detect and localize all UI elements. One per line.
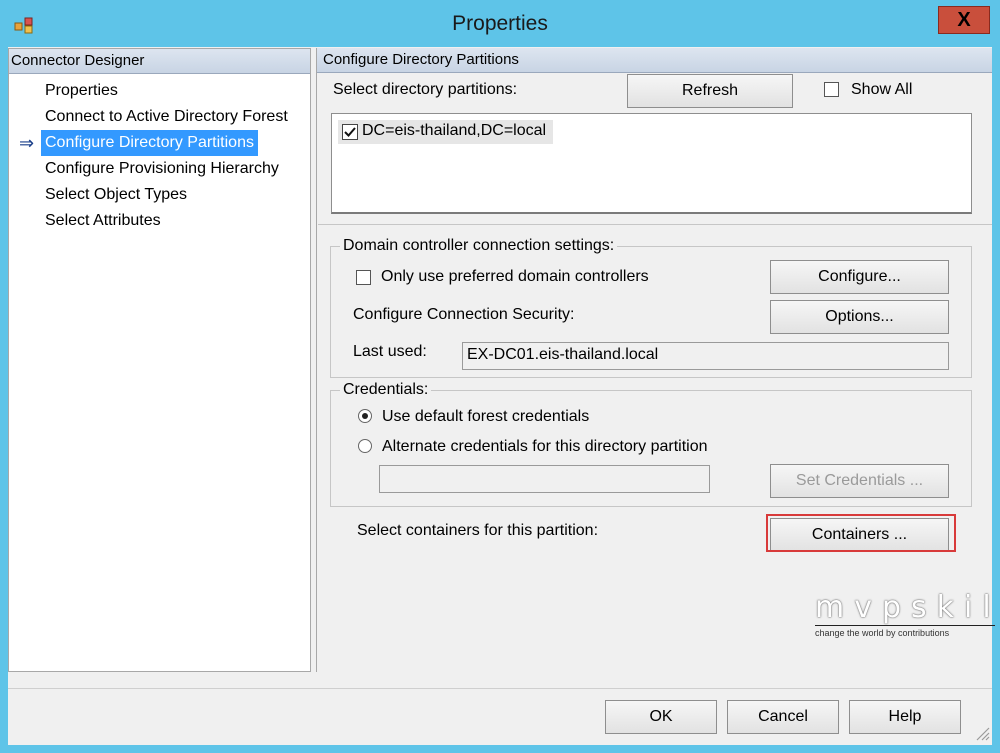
alternate-credentials-field — [379, 465, 710, 493]
cancel-button[interactable]: Cancel — [727, 700, 839, 734]
options-button[interactable]: Options... — [770, 300, 949, 334]
default-credentials-radio[interactable] — [358, 409, 372, 423]
set-credentials-button[interactable]: Set Credentials ... — [770, 464, 949, 498]
nav-item-connect-forest[interactable]: Connect to Active Directory Forest — [41, 104, 292, 130]
preferred-dc-checkbox[interactable] — [356, 270, 371, 290]
last-used-field: EX-DC01.eis-thailand.local — [462, 342, 949, 370]
dialog-footer — [8, 688, 992, 745]
watermark: mvpskill change the world by contributio… — [815, 590, 1000, 650]
nav-item-attributes[interactable]: Select Attributes — [41, 208, 165, 234]
ok-button[interactable]: OK — [605, 700, 717, 734]
select-partitions-label: Select directory partitions: — [333, 81, 518, 98]
preferred-dc-label: Only use preferred domain controllers — [381, 268, 649, 285]
current-step-arrow-icon: ⇒ — [19, 133, 35, 153]
configure-button[interactable]: Configure... — [770, 260, 949, 294]
dc-settings-legend: Domain controller connection settings: — [340, 237, 618, 255]
partition-item[interactable]: DC=eis-thailand,DC=local — [338, 120, 553, 144]
nav-item-object-types[interactable]: Select Object Types — [41, 182, 191, 208]
refresh-button[interactable]: Refresh — [627, 74, 793, 108]
connector-designer-header: Connector Designer — [9, 49, 310, 74]
close-button[interactable]: X — [938, 6, 990, 34]
default-credentials-label: Use default forest credentials — [382, 408, 590, 425]
watermark-brand: mvpskill — [815, 590, 1000, 625]
alternate-credentials-radio[interactable] — [358, 439, 372, 453]
connection-security-label: Configure Connection Security: — [353, 306, 575, 323]
select-containers-label: Select containers for this partition: — [357, 522, 599, 539]
partition-checked-icon — [342, 124, 358, 140]
nav-item-configure-partitions[interactable]: Configure Directory Partitions — [41, 130, 258, 156]
containers-highlight — [766, 514, 956, 552]
resize-grip-icon[interactable] — [972, 723, 990, 741]
watermark-tagline: change the world by contributions — [815, 625, 995, 638]
partitions-list[interactable]: DC=eis-thailand,DC=local — [331, 113, 972, 214]
partition-label: DC=eis-thailand,DC=local — [362, 122, 547, 139]
section-divider — [318, 224, 992, 225]
help-button[interactable]: Help — [849, 700, 961, 734]
window-title: Properties — [452, 12, 548, 35]
alternate-credentials-label: Alternate credentials for this directory… — [382, 438, 708, 455]
connector-designer-panel: Connector Designer Properties Connect to… — [8, 48, 311, 672]
show-all-label: Show All — [851, 81, 913, 98]
show-all-checkbox[interactable] — [824, 82, 839, 102]
configure-partitions-header: Configure Directory Partitions — [317, 48, 992, 73]
nav-item-provisioning-hierarchy[interactable]: Configure Provisioning Hierarchy — [41, 156, 283, 182]
nav-item-properties[interactable]: Properties — [41, 78, 122, 104]
last-used-label: Last used: — [353, 343, 427, 360]
credentials-legend: Credentials: — [340, 381, 432, 399]
